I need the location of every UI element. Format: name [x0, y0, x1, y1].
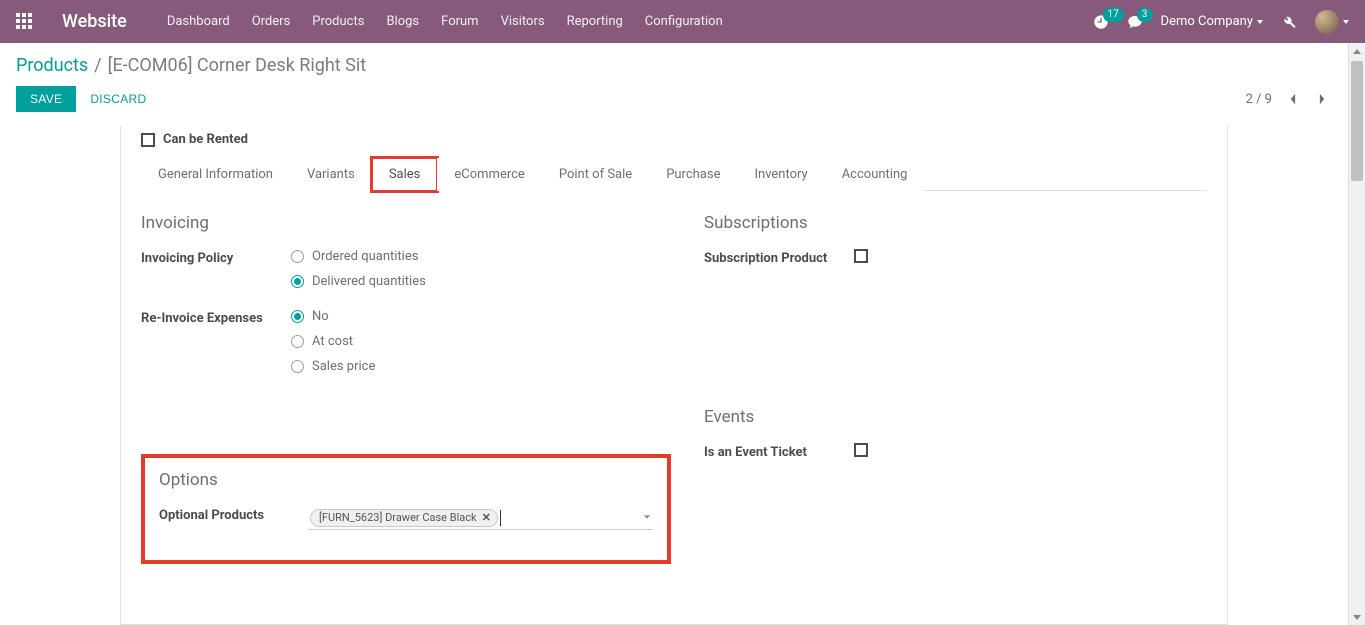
tab-general-information[interactable]: General Information — [141, 158, 290, 191]
event-ticket-checkbox[interactable] — [854, 443, 868, 457]
tab-point-of-sale[interactable]: Point of Sale — [542, 158, 649, 191]
invoicing-policy-label: Invoicing Policy — [141, 249, 291, 266]
invoicing-policy-delivered[interactable]: Delivered quantities — [291, 274, 644, 289]
invoicing-policy-ordered[interactable]: Ordered quantities — [291, 249, 644, 264]
topbar-right: 17 3 Demo Company — [1093, 10, 1349, 34]
right-column: Subscriptions Subscription Product Event… — [704, 213, 1207, 564]
radio-icon — [291, 275, 304, 288]
apps-icon[interactable] — [16, 13, 34, 31]
radio-icon — [291, 310, 304, 323]
invoicing-policy-field: Invoicing Policy Ordered quantities Deli… — [141, 249, 644, 299]
breadcrumb: Products/[E-COM06] Corner Desk Right Sit — [16, 55, 1332, 76]
reinvoice-sales-price[interactable]: Sales price — [291, 359, 644, 374]
tab-sales[interactable]: Sales — [372, 158, 438, 191]
radio-icon — [291, 250, 304, 263]
caret-down-icon — [1257, 20, 1263, 24]
tag-item: [FURN_5623] Drawer Case Black ✕ — [310, 509, 498, 527]
topbar: Website Dashboard Orders Products Blogs … — [0, 0, 1365, 43]
avatar[interactable] — [1315, 10, 1339, 34]
event-ticket-label: Is an Event Ticket — [704, 443, 854, 460]
reinvoice-expenses-field: Re-Invoice Expenses No At cost — [141, 309, 644, 384]
main-nav: Dashboard Orders Products Blogs Forum Vi… — [167, 14, 1093, 29]
optional-products-field: Optional Products [FURN_5623] Drawer Cas… — [159, 506, 653, 530]
breadcrumb-current: [E-COM06] Corner Desk Right Sit — [108, 55, 366, 76]
scroll-down-icon[interactable] — [1349, 608, 1365, 625]
options-heading: Options — [159, 470, 653, 490]
nav-blogs[interactable]: Blogs — [386, 14, 419, 29]
radio-icon — [291, 335, 304, 348]
save-button[interactable]: SAVE — [16, 86, 76, 112]
event-ticket-field: Is an Event Ticket — [704, 443, 1207, 461]
can-be-rented-field: Can be Rented — [141, 126, 1207, 157]
nav-configuration[interactable]: Configuration — [645, 14, 723, 29]
subscription-product-checkbox[interactable] — [854, 249, 868, 263]
tab-inventory[interactable]: Inventory — [737, 158, 824, 191]
tabs: General Information Variants Sales eComm… — [141, 157, 1207, 191]
events-heading: Events — [704, 407, 1207, 427]
tag-remove-icon[interactable]: ✕ — [482, 510, 491, 526]
main-content: Products/[E-COM06] Corner Desk Right Sit… — [0, 43, 1348, 625]
nav-orders[interactable]: Orders — [252, 14, 291, 29]
scrollbar-thumb[interactable] — [1351, 61, 1363, 181]
actions-row: SAVE DISCARD 2 / 9 — [0, 76, 1348, 126]
optional-products-input[interactable]: [FURN_5623] Drawer Case Black ✕ — [308, 506, 653, 530]
debug-icon[interactable] — [1281, 14, 1297, 30]
breadcrumb-root[interactable]: Products — [16, 55, 88, 76]
left-column: Invoicing Invoicing Policy Ordered quant… — [141, 213, 644, 564]
nav-visitors[interactable]: Visitors — [501, 14, 545, 29]
options-section: Options Optional Products [FURN_5623] Dr… — [141, 454, 671, 564]
pager: 2 / 9 — [1246, 89, 1332, 109]
discard-button[interactable]: DISCARD — [90, 92, 146, 106]
nav-reporting[interactable]: Reporting — [567, 14, 623, 29]
reinvoice-expenses-label: Re-Invoice Expenses — [141, 309, 291, 326]
tab-purchase[interactable]: Purchase — [649, 158, 737, 191]
caret-down-icon — [1343, 20, 1349, 24]
pager-next[interactable] — [1312, 89, 1332, 109]
tag-label: [FURN_5623] Drawer Case Black — [319, 510, 477, 526]
radio-icon — [291, 360, 304, 373]
can-be-rented-label: Can be Rented — [163, 132, 248, 147]
messages-count: 3 — [1137, 8, 1153, 22]
text-cursor — [500, 510, 501, 526]
pager-text: 2 / 9 — [1246, 92, 1272, 107]
tab-variants[interactable]: Variants — [290, 158, 372, 191]
form-sheet: Can be Rented General Information Varian… — [120, 126, 1228, 625]
nav-forum[interactable]: Forum — [441, 14, 478, 29]
subscription-product-label: Subscription Product — [704, 249, 854, 266]
subscriptions-heading: Subscriptions — [704, 213, 1207, 233]
company-name: Demo Company — [1161, 14, 1253, 29]
subscription-product-field: Subscription Product — [704, 249, 1207, 267]
brand: Website — [62, 11, 127, 32]
can-be-rented-checkbox[interactable] — [141, 133, 155, 147]
activity-indicator[interactable]: 17 — [1093, 14, 1109, 30]
vertical-scrollbar[interactable] — [1348, 43, 1365, 625]
tab-ecommerce[interactable]: eCommerce — [437, 158, 541, 191]
reinvoice-no[interactable]: No — [291, 309, 644, 324]
nav-dashboard[interactable]: Dashboard — [167, 14, 230, 29]
tab-accounting[interactable]: Accounting — [825, 158, 925, 191]
optional-products-label: Optional Products — [159, 506, 308, 523]
messages-indicator[interactable]: 3 — [1127, 14, 1143, 30]
activity-count: 17 — [1103, 8, 1124, 22]
pager-prev[interactable] — [1282, 89, 1302, 109]
invoicing-heading: Invoicing — [141, 213, 644, 233]
company-selector[interactable]: Demo Company — [1161, 14, 1263, 29]
nav-products[interactable]: Products — [312, 14, 364, 29]
dropdown-caret-icon[interactable] — [643, 510, 651, 525]
reinvoice-at-cost[interactable]: At cost — [291, 334, 644, 349]
scroll-up-icon[interactable] — [1349, 43, 1365, 60]
